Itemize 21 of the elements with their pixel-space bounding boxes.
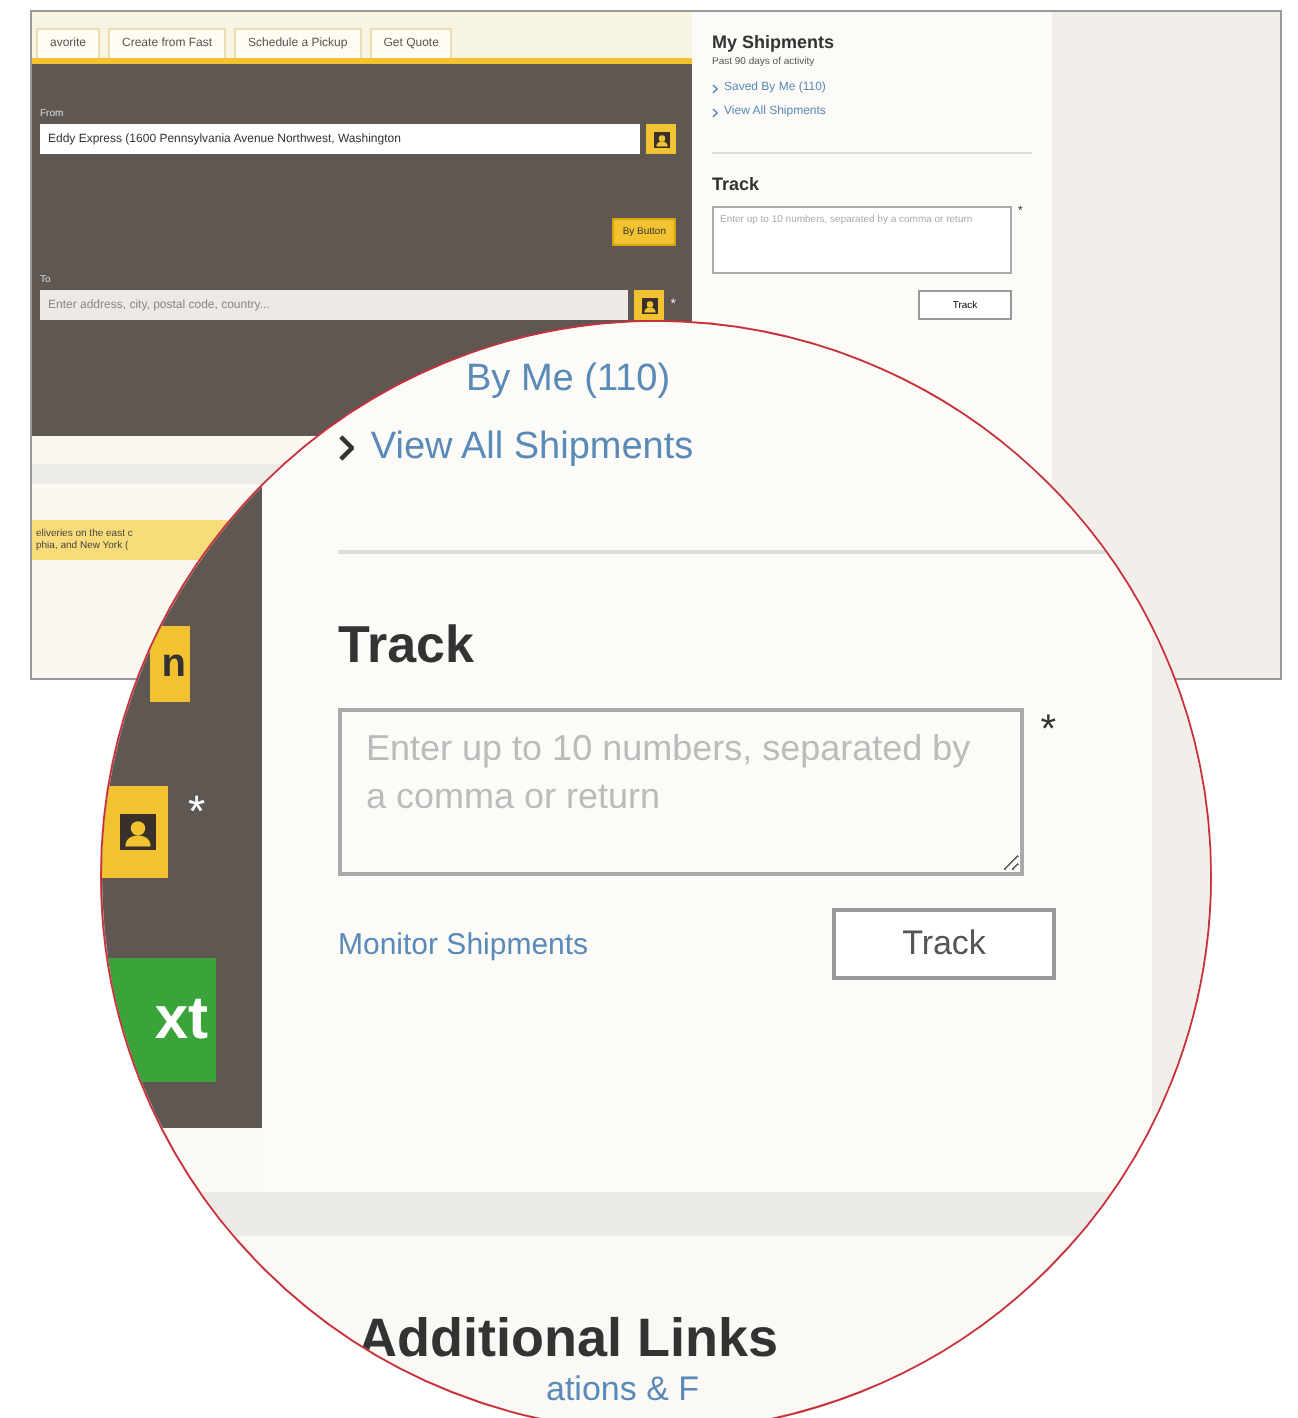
track-button[interactable]: Track xyxy=(832,908,1056,980)
section-title: Track xyxy=(338,614,476,676)
required-mark: * xyxy=(1040,708,1056,756)
section-title: Additional Links xyxy=(358,1308,781,1370)
required-mark: * xyxy=(188,786,206,838)
chevron-icon xyxy=(338,434,355,462)
address-book-button[interactable] xyxy=(634,290,665,320)
action-button[interactable]: n xyxy=(150,626,190,702)
person-icon xyxy=(641,297,658,313)
chevron-icon xyxy=(712,107,718,117)
address-book-button[interactable] xyxy=(646,124,676,154)
tracking-numbers-field[interactable]: Enter up to 10 numbers, separated by a comma or return xyxy=(338,708,1025,876)
monitor-shipments-link[interactable]: Monitor Shipments xyxy=(338,927,589,961)
person-icon xyxy=(120,814,156,850)
address-book-button[interactable] xyxy=(102,786,168,878)
section-title: Track xyxy=(712,174,762,194)
chevron-icon xyxy=(712,83,718,93)
person-icon xyxy=(653,131,669,147)
shipments-link[interactable]: View All Shipments xyxy=(338,426,1056,470)
shipments-link[interactable]: By Me (110) xyxy=(466,358,1056,402)
section-title: My Shipments xyxy=(712,32,837,52)
